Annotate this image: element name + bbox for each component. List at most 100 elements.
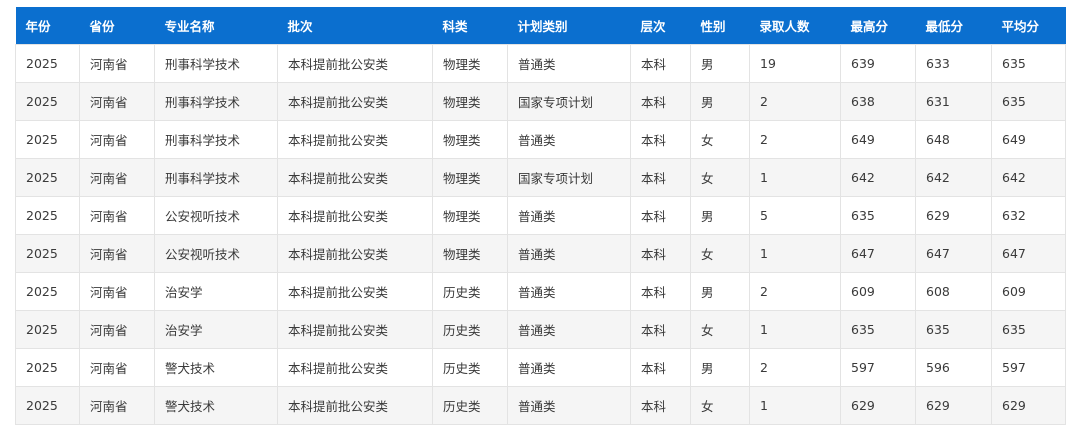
table-row: 2025 河南省 刑事科学技术 本科提前批公安类 物理类 普通类 本科女 2 649 648 649 [15, 120, 1066, 159]
cell-plan-type: 国家专项计划 [507, 158, 631, 197]
cell-province: 河南省 [79, 44, 155, 83]
cell-batch: 本科提前批公安类 [277, 44, 433, 83]
cell-year: 2025 [15, 386, 80, 425]
cell-major: 警犬技术 [154, 386, 278, 425]
cell-lowest-score: 629 [915, 386, 992, 425]
cell-average-score: 635 [991, 82, 1066, 121]
cell-subject-type: 物理类 [432, 82, 508, 121]
cell-admitted-count: 5 [749, 196, 841, 235]
column-header-plan-type: 计划类别 [507, 7, 631, 45]
cell-level: 本科 [630, 120, 691, 159]
column-header-average-score: 平均分 [991, 7, 1066, 45]
cell-subject-type: 历史类 [432, 348, 508, 387]
column-header-lowest-score: 最低分 [915, 7, 992, 45]
cell-admitted-count: 1 [749, 234, 841, 273]
cell-lowest-score: 647 [915, 234, 992, 273]
cell-lowest-score: 648 [915, 120, 992, 159]
cell-province: 河南省 [79, 272, 155, 311]
cell-subject-type: 物理类 [432, 158, 508, 197]
cell-level: 本科 [630, 272, 691, 311]
cell-lowest-score: 629 [915, 196, 992, 235]
cell-gender: 男 [690, 348, 750, 387]
cell-level: 本科 [630, 234, 691, 273]
cell-province: 河南省 [79, 196, 155, 235]
table-row: 2025 河南省 治安学 本科提前批公安类 历史类 普通类 本科女 1 635 635 635 [15, 310, 1066, 349]
cell-batch: 本科提前批公安类 [277, 348, 433, 387]
table-row: 2025 河南省 警犬技术 本科提前批公安类 历史类 普通类 本科女 1 629 629 629 [15, 386, 1066, 425]
cell-year: 2025 [15, 234, 80, 273]
column-header-admitted-count: 录取人数 [749, 7, 841, 45]
cell-year: 2025 [15, 272, 80, 311]
column-header-batch: 批次 [277, 7, 433, 45]
cell-batch: 本科提前批公安类 [277, 196, 433, 235]
cell-year: 2025 [15, 310, 80, 349]
cell-batch: 本科提前批公安类 [277, 386, 433, 425]
cell-major: 治安学 [154, 310, 278, 349]
cell-plan-type: 国家专项计划 [507, 82, 631, 121]
cell-subject-type: 物理类 [432, 196, 508, 235]
cell-gender: 女 [690, 234, 750, 273]
cell-level: 本科 [630, 158, 691, 197]
cell-major: 公安视听技术 [154, 234, 278, 273]
column-header-highest-score: 最高分 [840, 7, 916, 45]
cell-level: 本科 [630, 82, 691, 121]
cell-average-score: 642 [991, 158, 1066, 197]
cell-batch: 本科提前批公安类 [277, 234, 433, 273]
cell-plan-type: 普通类 [507, 120, 631, 159]
cell-average-score: 629 [991, 386, 1066, 425]
column-header-major: 专业名称 [154, 7, 278, 45]
cell-lowest-score: 635 [915, 310, 992, 349]
cell-gender: 男 [690, 196, 750, 235]
table-row: 2025 河南省 治安学 本科提前批公安类 历史类 普通类 本科男 2 609 608 609 [15, 272, 1066, 311]
cell-level: 本科 [630, 348, 691, 387]
cell-year: 2025 [15, 44, 80, 83]
cell-highest-score: 647 [840, 234, 916, 273]
cell-major: 公安视听技术 [154, 196, 278, 235]
cell-subject-type: 历史类 [432, 310, 508, 349]
cell-plan-type: 普通类 [507, 234, 631, 273]
cell-year: 2025 [15, 82, 80, 121]
cell-admitted-count: 1 [749, 310, 841, 349]
cell-highest-score: 629 [840, 386, 916, 425]
cell-level: 本科 [630, 310, 691, 349]
cell-plan-type: 普通类 [507, 386, 631, 425]
cell-average-score: 635 [991, 310, 1066, 349]
cell-highest-score: 649 [840, 120, 916, 159]
cell-major: 刑事科学技术 [154, 44, 278, 83]
cell-plan-type: 普通类 [507, 272, 631, 311]
cell-year: 2025 [15, 120, 80, 159]
cell-highest-score: 597 [840, 348, 916, 387]
cell-level: 本科 [630, 196, 691, 235]
cell-plan-type: 普通类 [507, 196, 631, 235]
cell-level: 本科 [630, 44, 691, 83]
column-header-level: 层次 [630, 7, 691, 45]
cell-lowest-score: 608 [915, 272, 992, 311]
cell-highest-score: 609 [840, 272, 916, 311]
cell-lowest-score: 642 [915, 158, 992, 197]
cell-admitted-count: 2 [749, 348, 841, 387]
cell-lowest-score: 596 [915, 348, 992, 387]
cell-batch: 本科提前批公安类 [277, 82, 433, 121]
column-header-subject-type: 科类 [432, 7, 508, 45]
cell-highest-score: 635 [840, 196, 916, 235]
cell-subject-type: 物理类 [432, 120, 508, 159]
cell-average-score: 635 [991, 44, 1066, 83]
table-row: 2025 河南省 警犬技术 本科提前批公安类 历史类 普通类 本科男 2 597 596 597 [15, 348, 1066, 387]
cell-admitted-count: 19 [749, 44, 841, 83]
cell-level: 本科 [630, 386, 691, 425]
cell-gender: 男 [690, 44, 750, 83]
cell-province: 河南省 [79, 120, 155, 159]
column-header-province: 省份 [79, 7, 155, 45]
cell-plan-type: 普通类 [507, 348, 631, 387]
cell-batch: 本科提前批公安类 [277, 158, 433, 197]
cell-gender: 男 [690, 82, 750, 121]
cell-gender: 女 [690, 310, 750, 349]
cell-highest-score: 642 [840, 158, 916, 197]
cell-batch: 本科提前批公安类 [277, 120, 433, 159]
cell-highest-score: 639 [840, 44, 916, 83]
cell-average-score: 597 [991, 348, 1066, 387]
cell-admitted-count: 2 [749, 272, 841, 311]
cell-province: 河南省 [79, 348, 155, 387]
cell-gender: 女 [690, 120, 750, 159]
cell-subject-type: 历史类 [432, 386, 508, 425]
